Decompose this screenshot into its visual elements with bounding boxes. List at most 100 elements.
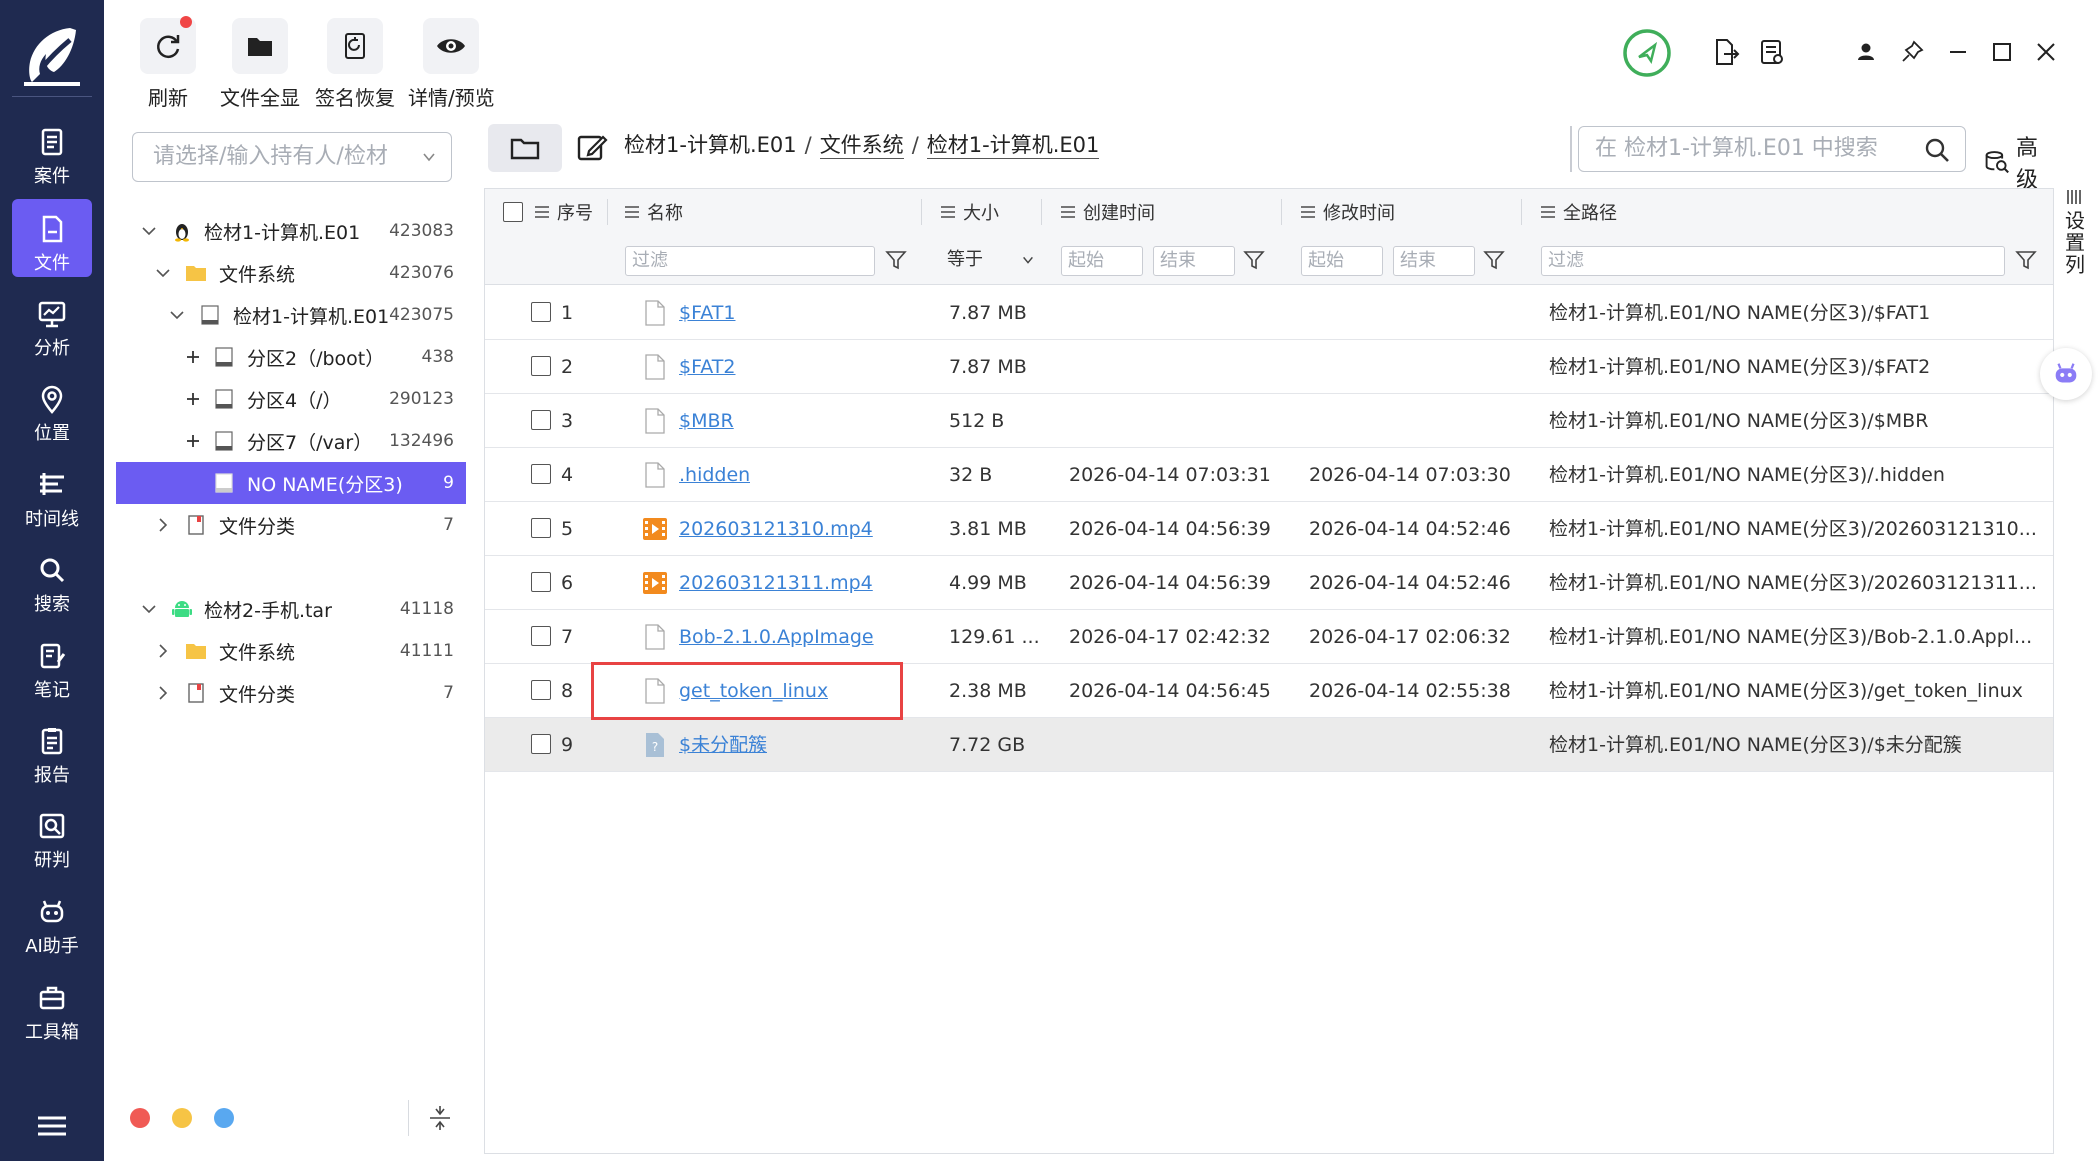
column-header-name[interactable]: 名称 — [625, 189, 683, 235]
tree-item-partition7[interactable]: 分区7（/var） 132496 — [116, 420, 466, 462]
column-header-path[interactable]: 全路径 — [1541, 189, 1617, 235]
modified-end-input[interactable]: 结束 — [1393, 246, 1475, 276]
table-row[interactable]: 7 Bob-2.1.0.AppImage 129.61 ... 2026-04-17 … — [485, 610, 2053, 664]
row-checkbox[interactable] — [531, 356, 551, 376]
name-filter-input[interactable]: 过滤 — [625, 246, 875, 276]
file-name-link[interactable]: $MBR — [679, 394, 734, 448]
nav-item-timeline[interactable]: 时间线 — [12, 455, 92, 533]
column-header-created[interactable]: 创建时间 — [1061, 189, 1155, 235]
ai-assistant-float-button[interactable] — [2040, 348, 2092, 400]
filter-icon[interactable] — [885, 249, 907, 271]
row-checkbox[interactable] — [531, 518, 551, 538]
modified-start-input[interactable]: 起始 — [1301, 246, 1383, 276]
row-checkbox[interactable] — [531, 734, 551, 754]
expand-plus-icon[interactable] — [184, 432, 202, 450]
column-header-modified[interactable]: 修改时间 — [1301, 189, 1395, 235]
red-dot[interactable] — [130, 1108, 150, 1128]
row-checkbox[interactable] — [531, 410, 551, 430]
row-checkbox[interactable] — [531, 572, 551, 592]
chevron-right-icon[interactable] — [154, 642, 172, 660]
column-settings-button[interactable]: 设置列 — [2054, 190, 2094, 340]
tree-item-partition4[interactable]: 分区4（/） 290123 — [116, 378, 466, 420]
breadcrumb-item[interactable]: 检材1-计算机.E01 — [624, 132, 797, 159]
minimize-button[interactable] — [1940, 34, 1976, 70]
file-name-link[interactable]: $FAT2 — [679, 340, 736, 394]
table-row[interactable]: 5 202603121310.mp4 3.81 MB 2026-04-14 04:56… — [485, 502, 2053, 556]
breadcrumb-item[interactable]: 检材1-计算机.E01 — [926, 132, 1100, 159]
tree-item-filesystem[interactable]: 文件系统 423076 — [116, 252, 466, 294]
breadcrumb-item[interactable]: 文件系统 — [819, 132, 904, 159]
maximize-button[interactable] — [1984, 34, 2020, 70]
file-name-link[interactable]: .hidden — [679, 448, 750, 502]
created-start-input[interactable]: 起始 — [1061, 246, 1143, 276]
file-name-link[interactable]: $未分配簇 — [679, 718, 767, 772]
advanced-search-button[interactable]: 高级 — [1984, 130, 2054, 194]
close-button[interactable] — [2028, 34, 2064, 70]
chevron-down-icon[interactable] — [154, 264, 172, 282]
nav-item-case[interactable]: 案件 — [12, 112, 92, 190]
nav-item-notes[interactable]: 笔记 — [12, 626, 92, 704]
edit-path-icon[interactable] — [574, 130, 610, 166]
row-checkbox[interactable] — [531, 302, 551, 322]
tree-item-partition2[interactable]: 分区2（/boot） 438 — [116, 336, 466, 378]
nav-item-ai-assistant[interactable]: AI助手 — [12, 882, 92, 960]
chevron-right-icon[interactable] — [154, 684, 172, 702]
nav-item-judge[interactable]: 研判 — [12, 796, 92, 874]
file-name-link[interactable]: Bob-2.1.0.AppImage — [679, 610, 874, 664]
collapse-icon[interactable] — [426, 1104, 454, 1132]
table-row[interactable]: 4 .hidden 32 B 2026-04-14 07:03:31 2026-04-1… — [485, 448, 2053, 502]
chevron-down-icon[interactable] — [140, 600, 158, 618]
select-all-checkbox[interactable] — [503, 202, 523, 222]
tree-item-filesystem[interactable]: 文件系统 41111 — [116, 630, 466, 672]
table-row[interactable]: 9? $未分配簇 7.72 GB 检材1-计算机.E01/NO NAME(分区3)/$… — [485, 718, 2053, 772]
search-input[interactable]: 在 检材1-计算机.E01 中搜索 — [1578, 126, 1966, 172]
tree-item-file-category[interactable]: 文件分类 7 — [116, 672, 466, 714]
file-name-link[interactable]: 202603121311.mp4 — [679, 556, 873, 610]
nav-item-file[interactable]: 文件 — [12, 199, 92, 277]
refresh-button[interactable]: 刷新 — [140, 16, 196, 111]
filter-icon[interactable] — [2015, 249, 2037, 271]
nav-item-toolbox[interactable]: 工具箱 — [12, 968, 92, 1046]
column-header-index[interactable]: 序号 — [535, 189, 593, 235]
user-button[interactable] — [1848, 34, 1884, 70]
row-checkbox[interactable] — [531, 680, 551, 700]
nav-item-location[interactable]: 位置 — [12, 369, 92, 447]
table-row[interactable]: 2 $FAT2 7.87 MB 检材1-计算机.E01/NO NAME(分区3)/$F… — [485, 340, 2053, 394]
path-filter-input[interactable]: 过滤 — [1541, 246, 2005, 276]
owner-select[interactable]: 请选择/输入持有人/检材 — [132, 132, 452, 182]
show-all-files-button[interactable]: 文件全显 — [220, 18, 300, 111]
signature-recover-button[interactable]: 签名恢复 — [315, 18, 395, 111]
pin-button[interactable] — [1894, 34, 1930, 70]
tree-item-noname-partition3[interactable]: NO NAME(分区3) 9 — [116, 462, 466, 504]
yellow-dot[interactable] — [172, 1108, 192, 1128]
row-checkbox[interactable] — [531, 464, 551, 484]
tree-item-file-category[interactable]: 文件分类 7 — [116, 504, 466, 546]
tree-item-evidence1[interactable]: 检材1-计算机.E01 423083 — [116, 210, 466, 252]
table-row[interactable]: 3 $MBR 512 B 检材1-计算机.E01/NO NAME(分区3)/$MBR — [485, 394, 2053, 448]
created-end-input[interactable]: 结束 — [1153, 246, 1235, 276]
nav-item-search[interactable]: 搜索 — [12, 540, 92, 618]
filter-icon[interactable] — [1243, 249, 1265, 271]
chevron-right-icon[interactable] — [154, 516, 172, 534]
blue-dot[interactable] — [214, 1108, 234, 1128]
chevron-down-icon[interactable] — [168, 306, 186, 324]
nav-item-report[interactable]: 报告 — [12, 711, 92, 789]
row-checkbox[interactable] — [531, 626, 551, 646]
tree-item-evidence2[interactable]: 检材2-手机.tar 41118 — [116, 588, 466, 630]
nav-item-analysis[interactable]: 分析 — [12, 284, 92, 362]
table-row[interactable]: 1 $FAT1 7.87 MB 检材1-计算机.E01/NO NAME(分区3)/$F… — [485, 286, 2053, 340]
report-list-button[interactable] — [1754, 34, 1790, 70]
filter-icon[interactable] — [1483, 249, 1505, 271]
hamburger-menu-icon[interactable] — [36, 1114, 68, 1138]
export-button[interactable] — [1708, 34, 1744, 70]
detail-preview-button[interactable]: 详情/预览 — [408, 18, 495, 111]
file-name-link[interactable]: 202603121310.mp4 — [679, 502, 873, 556]
expand-plus-icon[interactable] — [184, 390, 202, 408]
size-operator-select[interactable]: 等于 — [941, 246, 1037, 276]
chevron-down-icon[interactable] — [140, 222, 158, 240]
shield-status-button[interactable] — [1622, 28, 1672, 78]
expand-plus-icon[interactable] — [184, 348, 202, 366]
table-row[interactable]: 6 202603121311.mp4 4.99 MB 2026-04-14 04:56… — [485, 556, 2053, 610]
folder-view-button[interactable] — [488, 124, 562, 172]
tree-item-disk-image[interactable]: 检材1-计算机.E01 423075 — [116, 294, 466, 336]
